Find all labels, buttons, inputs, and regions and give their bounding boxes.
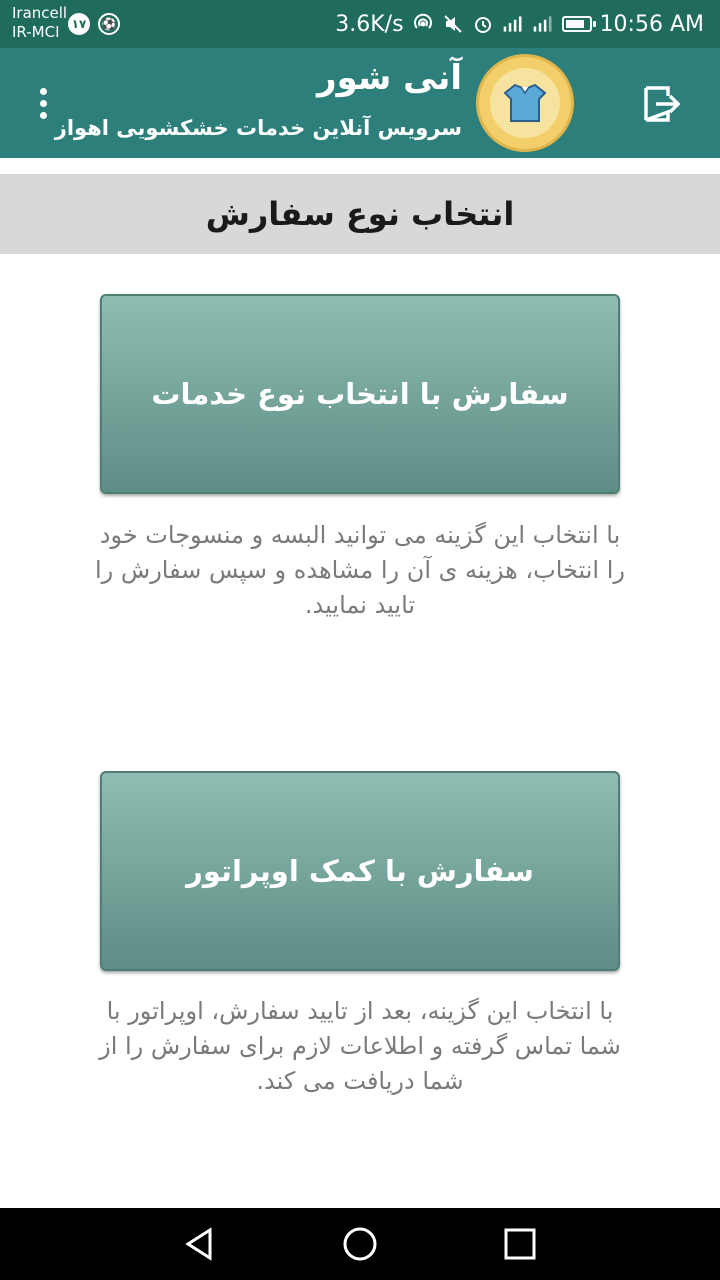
mute-icon [442,13,464,35]
battery-icon [561,16,596,32]
logo [476,54,574,152]
alarm-icon [472,13,494,35]
section-title: انتخاب نوع سفارش [205,195,515,233]
navigation-bar [0,1208,720,1280]
more-vert-icon[interactable] [28,84,58,124]
back-icon[interactable] [180,1224,220,1264]
carrier-info: Irancell IR-MCI [12,4,67,42]
recents-icon[interactable] [500,1224,540,1264]
carrier-name: Irancell [12,4,68,22]
status-bar: Irancell IR-MCI ۱۷ ⚽ 3.6K/s 10:56 AM [0,0,720,48]
order-by-service-button[interactable]: سفارش با انتخاب نوع خدمات [100,294,620,494]
football-icon: ⚽ [98,13,120,35]
order-by-operator-description: با انتخاب این گزینه، بعد از تایید سفارش،… [99,997,621,1095]
logout-icon[interactable] [640,82,684,126]
hotspot-icon [412,13,434,35]
app-bar: آنی شور سرویس آنلاین خدمات خشکشویی اهواز [0,48,720,158]
order-by-service-description: با انتخاب این گزینه می توانید البسه و من… [95,521,625,619]
shirt-icon [490,68,560,138]
app-title: آنی شور [317,58,462,98]
app-subtitle: سرویس آنلاین خدمات خشکشویی اهواز [54,116,462,140]
section-header: انتخاب نوع سفارش [0,174,720,254]
home-icon[interactable] [340,1224,380,1264]
signal-4g-icon [502,13,524,35]
order-by-operator-button[interactable]: سفارش با کمک اوپراتور [100,771,620,971]
clock: 10:56 AM [599,11,704,37]
status-indicators: 3.6K/s 10:56 AM [335,0,704,48]
net-speed: 3.6K/s [335,11,404,37]
notification-badge: ۱۷ [68,13,90,35]
carrier-network: IR-MCI [12,23,60,41]
signal-2g-icon [532,13,554,35]
